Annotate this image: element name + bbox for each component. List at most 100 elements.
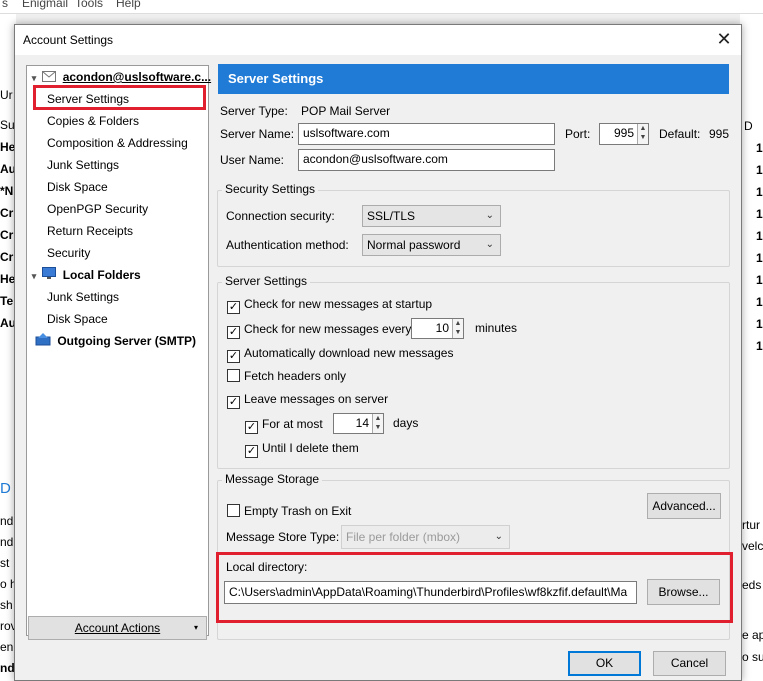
fetch-headers-checkbox[interactable]: Fetch headers only [227, 369, 346, 383]
chevron-down-icon: ⌄ [485, 239, 494, 250]
tree-item-copies-folders[interactable]: Copies & Folders [47, 111, 139, 131]
port-value: 995 [613, 126, 634, 140]
tree-item-junk-settings[interactable]: Junk Settings [47, 155, 119, 175]
days-label: days [393, 416, 419, 430]
advanced-button[interactable]: Advanced... [647, 493, 721, 519]
bg-fragment: rtur [742, 518, 760, 532]
tree-account[interactable]: ▾ acondon@uslsoftware.c... [29, 67, 211, 87]
message-storage-legend: Message Storage [222, 472, 323, 486]
check-interval-stepper[interactable]: 10 ▲ ▼ [411, 318, 464, 339]
bg-fragment: eds [742, 578, 762, 592]
store-type-select: File per folder (mbox) ⌄ [341, 525, 510, 549]
server-type-label: Server Type: [220, 104, 288, 118]
spin-arrows-icon[interactable]: ▲ ▼ [372, 414, 383, 433]
user-name-label: User Name: [220, 153, 285, 167]
tree-item-composition[interactable]: Composition & Addressing [47, 133, 188, 153]
leave-on-server-checkbox[interactable]: ✓ Leave messages on server [227, 392, 388, 409]
close-icon[interactable]: ✕ [713, 29, 735, 51]
until-delete-checkbox[interactable]: ✓ Until I delete them [245, 441, 359, 458]
server-name-field[interactable]: uslsoftware.com [298, 123, 555, 145]
check-every-checkbox[interactable]: ✓ Check for new messages every [227, 322, 411, 339]
tree-item-local-disk[interactable]: Disk Space [47, 309, 108, 329]
bg-fragment: 1 [756, 141, 763, 155]
server-settings-legend: Server Settings [222, 274, 311, 288]
days-value: 14 [355, 416, 369, 430]
dialog-title: Account Settings [23, 33, 114, 47]
account-actions-label: Account Actions [74, 621, 161, 635]
selection-highlight [33, 85, 206, 110]
bg-fragment: Cr [0, 228, 14, 242]
bg-fragment: 1 [756, 229, 763, 243]
bg-fragment: D [0, 480, 11, 497]
spin-arrows-icon[interactable]: ▲ ▼ [452, 319, 463, 338]
days-stepper[interactable]: 14 ▲ ▼ [333, 413, 384, 434]
checkmark-icon: ✓ [227, 396, 240, 409]
ok-button[interactable]: OK [568, 651, 641, 676]
bg-fragment: 1 [756, 251, 763, 265]
chevron-down-icon: ▾ [193, 623, 198, 632]
checkmark-icon: ✓ [227, 350, 240, 363]
tree-item-local-junk[interactable]: Junk Settings [47, 287, 119, 307]
chevron-down-icon[interactable]: ▾ [29, 266, 39, 286]
bg-fragment: o su [742, 650, 763, 664]
chevron-down-icon: ⌄ [494, 531, 503, 542]
computer-icon [42, 266, 57, 286]
account-settings-dialog: Account Settings ✕ ▾ acondon@uslsoftware… [14, 24, 742, 681]
bg-fragment: 1 [756, 163, 763, 177]
tree-item-openpgp[interactable]: OpenPGP Security [47, 199, 148, 219]
fetch-headers-label: Fetch headers only [244, 369, 347, 383]
auth-method-select[interactable]: Normal password ⌄ [362, 234, 501, 256]
account-actions-button[interactable]: Account Actions ▾ [28, 616, 207, 640]
for-at-most-label: For at most [262, 417, 323, 431]
chevron-down-icon: ⌄ [485, 210, 494, 221]
connection-security-select[interactable]: SSL/TLS ⌄ [362, 205, 501, 227]
tree-outgoing-server[interactable]: Outgoing Server (SMTP) [35, 331, 196, 351]
background-menubar: s Enigmail Tools Help [0, 0, 763, 14]
connection-security-value: SSL/TLS [367, 209, 416, 223]
tree-item-security[interactable]: Security [47, 243, 90, 263]
bg-fragment: D [744, 119, 753, 133]
checkmark-icon: ✓ [227, 301, 240, 314]
auth-method-label: Authentication method: [226, 238, 349, 252]
port-label: Port: [565, 127, 591, 141]
background-right-panel: D 1 1 1 1 1 1 1 1 1 1 rtur velc eds e ap… [740, 14, 763, 681]
bg-fragment: velc [742, 539, 763, 553]
bg-fragment: Ur [0, 88, 13, 102]
user-name-field[interactable]: acondon@uslsoftware.com [298, 149, 555, 171]
panel-header: Server Settings [218, 64, 729, 94]
tree-local-folders[interactable]: ▾ Local Folders [29, 265, 141, 285]
server-name-label: Server Name: [220, 127, 295, 141]
bg-fragment: 1 [756, 185, 763, 199]
empty-trash-checkbox[interactable]: Empty Trash on Exit [227, 504, 351, 518]
checkmark-icon: ✓ [227, 326, 240, 339]
bg-fragment: en [0, 640, 14, 654]
until-delete-label: Until I delete them [262, 441, 359, 455]
bg-fragment: Cr [0, 250, 14, 264]
cancel-button[interactable]: Cancel [653, 651, 726, 676]
local-directory-highlight [216, 552, 733, 623]
auto-download-checkbox[interactable]: ✓ Automatically download new messages [227, 346, 453, 363]
account-tree: ▾ acondon@uslsoftware.c... Server Settin… [26, 65, 211, 636]
bg-fragment: 1 [756, 317, 763, 331]
empty-checkbox-icon [227, 504, 240, 517]
tree-item-return-receipts[interactable]: Return Receipts [47, 221, 133, 241]
dialog-titlebar[interactable]: Account Settings ✕ [15, 25, 741, 55]
bg-fragment: 1 [756, 207, 763, 221]
bg-menu-item: Help [116, 0, 141, 10]
check-startup-checkbox[interactable]: ✓ Check for new messages at startup [227, 297, 432, 314]
for-at-most-checkbox[interactable]: ✓ For at most [245, 417, 323, 434]
bg-fragment: Cr [0, 206, 14, 220]
tree-outgoing-label: Outgoing Server (SMTP) [57, 334, 197, 348]
bg-fragment: Su [0, 118, 15, 132]
bg-fragment: *N [0, 184, 14, 198]
bg-fragment: 1 [756, 273, 763, 287]
server-type-value: POP Mail Server [301, 104, 391, 118]
store-type-label: Message Store Type: [226, 530, 340, 544]
tree-item-disk-space[interactable]: Disk Space [47, 177, 108, 197]
empty-checkbox-icon [227, 369, 240, 382]
port-stepper[interactable]: 995 ▲ ▼ [599, 123, 649, 145]
bg-menu-item: s [2, 0, 8, 10]
bg-fragment: nd [0, 661, 15, 675]
spin-arrows-icon[interactable]: ▲ ▼ [637, 124, 648, 144]
bg-fragment: st [0, 556, 10, 570]
